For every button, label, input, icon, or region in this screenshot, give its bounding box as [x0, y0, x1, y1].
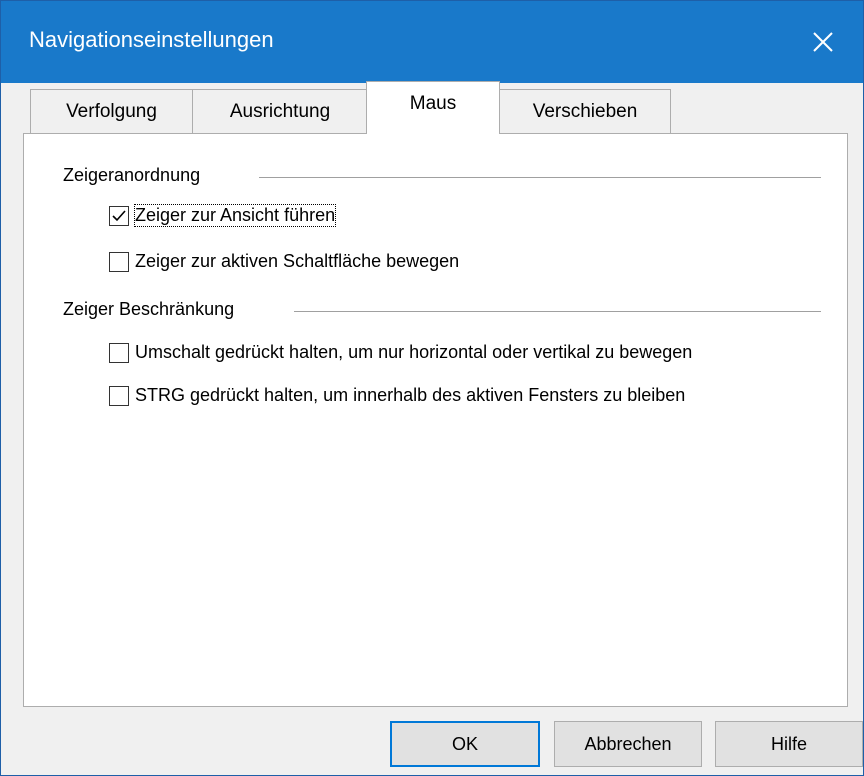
option-label: Zeiger zur aktiven Schaltfläche bewegen [135, 251, 460, 271]
button-label: OK [451, 733, 478, 754]
option-label: STRG gedrückt halten, um innerhalb des a… [135, 385, 686, 405]
option-label: Umschalt gedrückt halten, um nur horizon… [135, 342, 693, 362]
tab-verfolgung[interactable]: Verfolgung [30, 89, 193, 133]
help-button[interactable]: Hilfe [715, 721, 863, 767]
group-divider [294, 311, 821, 312]
option-move-pointer-to-view[interactable]: Zeiger zur Ansicht führen [109, 204, 337, 227]
tab-label: Maus [409, 93, 457, 114]
checkmark-icon [112, 209, 126, 221]
tab-label: Verfolgung [66, 100, 157, 122]
group-label-pointer-placement: Zeigeranordnung [63, 165, 209, 186]
option-move-pointer-to-active-button[interactable]: Zeiger zur aktiven Schaltfläche bewegen [109, 251, 459, 272]
button-label: Abbrechen [584, 733, 672, 754]
tab-label: Ausrichtung [229, 100, 331, 122]
title-bar[interactable]: Navigationseinstellungen [1, 1, 863, 83]
close-icon [813, 32, 833, 52]
tab-label: Verschieben [532, 100, 638, 122]
checkbox[interactable] [109, 342, 129, 363]
tab-verschieben[interactable]: Verschieben [499, 89, 671, 133]
option-shift-restrict-axis[interactable]: Umschalt gedrückt halten, um nur horizon… [109, 342, 692, 363]
button-label: Hilfe [770, 733, 807, 754]
cancel-button[interactable]: Abbrechen [554, 721, 702, 767]
checkbox[interactable] [109, 205, 129, 226]
checkbox[interactable] [109, 385, 129, 406]
checkbox[interactable] [109, 251, 129, 272]
group-label-pointer-restriction: Zeiger Beschränkung [63, 299, 243, 320]
group-divider [259, 177, 821, 178]
tab-maus[interactable]: Maus [366, 81, 500, 134]
close-button[interactable] [783, 1, 863, 83]
tab-ausrichtung[interactable]: Ausrichtung [192, 89, 368, 133]
option-ctrl-keep-in-window[interactable]: STRG gedrückt halten, um innerhalb des a… [109, 385, 685, 406]
window-title: Navigationseinstellungen [29, 27, 274, 52]
dialog-window: Navigationseinstellungen Verfolgung Ausr… [0, 0, 864, 776]
option-label: Zeiger zur Ansicht führen [133, 204, 337, 227]
ok-button[interactable]: OK [390, 721, 540, 767]
tab-panel-maus: Zeigeranordnung Zeiger zur Ansicht führe… [23, 133, 848, 707]
